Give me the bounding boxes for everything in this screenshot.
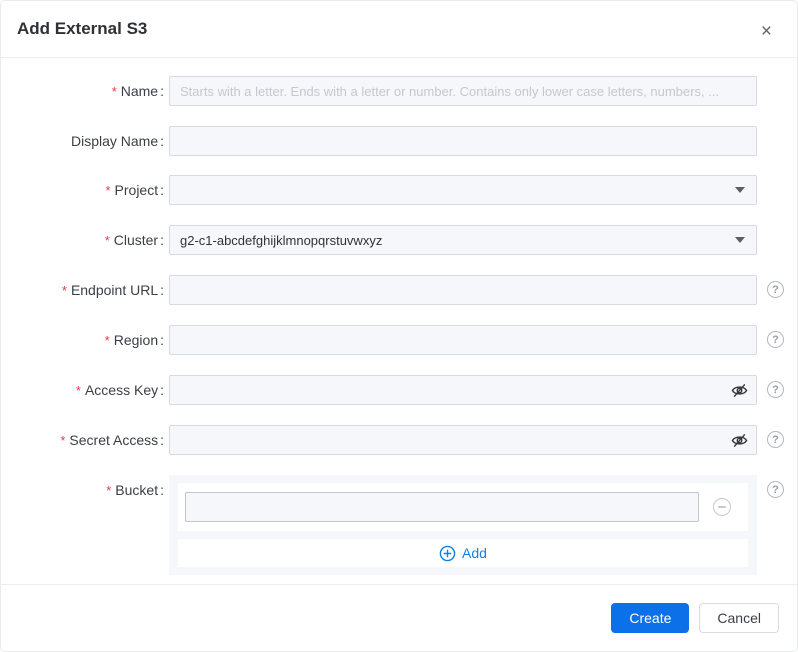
form-row-display-name: Display Name: (1, 126, 797, 156)
label-colon: : (160, 232, 164, 248)
cluster-select-value: g2-c1-abcdefghijklmnopqrstuvwxyz (180, 232, 383, 248)
form-row-region: * Region: ? (1, 325, 797, 356)
name-control (169, 76, 757, 106)
label-colon: : (160, 382, 164, 398)
form-row-cluster: * Cluster: g2-c1-abcdefghijklmnopqrstuvwx… (1, 225, 797, 256)
secret-access-input[interactable] (169, 425, 757, 455)
secret-access-label: * Secret Access: (1, 425, 164, 456)
bucket-control: Add (169, 475, 757, 575)
add-bucket-label: Add (462, 545, 487, 561)
label-colon: : (160, 282, 164, 298)
label-colon: : (160, 432, 164, 448)
help-icon[interactable]: ? (767, 381, 784, 398)
cluster-label-text: Cluster (113, 232, 159, 248)
dialog-title: Add External S3 (17, 19, 148, 38)
help-icon[interactable]: ? (767, 331, 784, 348)
create-button[interactable]: Create (611, 603, 690, 633)
required-marker: * (61, 283, 67, 298)
bucket-input[interactable] (185, 492, 699, 522)
label-colon: : (160, 332, 164, 348)
required-marker: * (104, 333, 110, 348)
help-icon[interactable]: ? (767, 431, 784, 448)
project-select[interactable] (169, 175, 757, 205)
endpoint-url-input[interactable] (169, 275, 757, 305)
bucket-item-row (178, 483, 748, 531)
cancel-button[interactable]: Cancel (699, 603, 779, 633)
access-key-input[interactable] (169, 375, 757, 405)
secret-access-label-text: Secret Access (69, 432, 159, 448)
form-row-bucket: * Bucket: Add ? (1, 475, 797, 575)
display-name-label: Display Name: (1, 126, 164, 156)
access-key-label-text: Access Key (84, 382, 159, 398)
remove-bucket-button[interactable] (713, 498, 731, 516)
add-bucket-button[interactable]: Add (178, 539, 748, 567)
cluster-select[interactable]: g2-c1-abcdefghijklmnopqrstuvwxyz (169, 225, 757, 255)
help-icon[interactable]: ? (767, 481, 784, 498)
required-marker: * (111, 84, 117, 99)
secret-access-control (169, 425, 757, 455)
display-name-input[interactable] (169, 126, 757, 156)
access-key-label: * Access Key: (1, 375, 164, 406)
form-row-secret-access: * Secret Access: ? (1, 425, 797, 456)
bucket-label: * Bucket: (1, 475, 164, 506)
name-input[interactable] (169, 76, 757, 106)
endpoint-url-control (169, 275, 757, 305)
label-colon: : (160, 133, 164, 149)
required-marker: * (60, 433, 66, 448)
project-label-text: Project (114, 182, 159, 198)
project-label: * Project: (1, 175, 164, 206)
access-key-control (169, 375, 757, 405)
bucket-label-text: Bucket (115, 482, 159, 498)
required-marker: * (75, 383, 81, 398)
form-row-endpoint-url: * Endpoint URL: ? (1, 275, 797, 306)
dialog-header: Add External S3 (1, 1, 797, 58)
name-label-text: Name (120, 83, 159, 99)
required-marker: * (106, 483, 112, 498)
close-icon[interactable]: × (761, 22, 772, 41)
dialog-footer: Create Cancel (1, 584, 797, 651)
plus-circle-icon (439, 545, 456, 561)
label-colon: : (160, 482, 164, 498)
endpoint-url-label-text: Endpoint URL (70, 282, 159, 298)
name-label: * Name: (1, 76, 164, 107)
cluster-label: * Cluster: (1, 225, 164, 256)
label-colon: : (160, 182, 164, 198)
project-control (169, 175, 757, 205)
bucket-list-panel: Add (169, 475, 757, 575)
form-row-project: * Project: (1, 175, 797, 206)
add-external-s3-form: *Name: Display Name: *Project: (1, 58, 797, 575)
form-row-access-key: * Access Key: ? (1, 375, 797, 406)
region-label-text: Region (113, 332, 159, 348)
eye-slash-icon[interactable] (731, 432, 748, 454)
display-name-control (169, 126, 757, 156)
eye-slash-icon[interactable] (731, 382, 748, 404)
region-label: * Region: (1, 325, 164, 356)
required-marker: * (104, 233, 110, 248)
label-colon: : (160, 83, 164, 99)
form-row-name: * Name: (1, 76, 797, 107)
required-marker: * (105, 183, 111, 198)
help-icon[interactable]: ? (767, 281, 784, 298)
cluster-control: g2-c1-abcdefghijklmnopqrstuvwxyz (169, 225, 757, 255)
minus-icon (718, 506, 726, 508)
endpoint-url-label: * Endpoint URL: (1, 275, 164, 306)
region-control (169, 325, 757, 355)
add-external-s3-dialog: Add External S3 × *Name: Display Name: *… (0, 0, 798, 652)
display-name-label-text: Display Name (70, 133, 159, 149)
region-input[interactable] (169, 325, 757, 355)
